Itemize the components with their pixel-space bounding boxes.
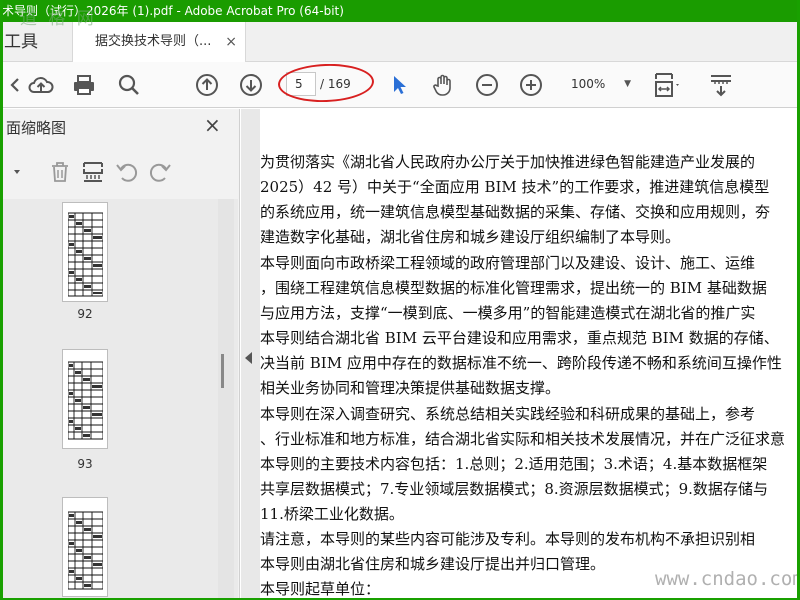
zoom-in-icon[interactable] <box>516 70 546 100</box>
page-fit-icon[interactable] <box>652 70 682 100</box>
page-thumbnails-panel: 面缩略图 × 92 93 <box>0 109 240 600</box>
cloud-upload-icon[interactable] <box>26 70 56 100</box>
document-text-line: 本导则面向市政桥梁工程领域的政府管理部门以及建设、设计、施工、运维 <box>260 254 756 272</box>
tab-document[interactable]: 据交换技术导则（... × <box>72 22 246 63</box>
thumbnail-page-label: 93 <box>77 457 93 471</box>
document-text-line: 2025）42 号）中关于“全面应用 BIM 技术”的工作要求，推进建筑信息模型 <box>260 178 770 196</box>
read-mode-icon[interactable] <box>706 70 736 100</box>
tab-document-label: 据交换技术导则（... <box>95 34 212 49</box>
insert-pages-icon[interactable] <box>80 159 106 185</box>
page-thumbnail[interactable] <box>62 349 108 449</box>
zoom-out-icon[interactable] <box>472 70 502 100</box>
thumbnail-table-graphic <box>68 506 103 592</box>
select-cursor-icon[interactable] <box>385 70 415 100</box>
main-toolbar: 5 / 169 100% ▼ <box>0 62 800 108</box>
zoom-value: 100% <box>571 77 606 91</box>
site-watermark-bottom: www.cndao.com <box>655 568 800 590</box>
panel-close-icon[interactable]: × <box>204 113 221 137</box>
scrollbar-thumb[interactable] <box>221 354 224 388</box>
document-text-line: 共享层数据模式；7.专业领域层数据模式；8.资源层数据模式；9.数据存储与 <box>260 480 768 498</box>
chevron-down-icon: ▼ <box>624 79 631 89</box>
document-text-line: 为贯彻落实《湖北省人民政府办公厅关于加快推进绿色智能建造产业发展的 <box>260 153 756 171</box>
print-icon[interactable] <box>69 70 99 100</box>
rotate-clockwise-icon[interactable] <box>147 159 173 185</box>
document-text-line: 相关业务协同和管理决策提供基础数据支撑。 <box>260 379 561 397</box>
document-text-line: 本导则结合湖北省 BIM 云平台建设和应用需求，重点规范 BIM 数据的存储、 <box>260 329 779 347</box>
tab-close-icon[interactable]: × <box>225 22 237 62</box>
panel-title: 面缩略图 <box>6 119 67 137</box>
document-text-line: ，围绕工程建筑信息模型数据的标准化管理需求，提出统一的 BIM 基础数据 <box>260 279 767 297</box>
document-text-line: 本导则在深入调查研究、系统总结相关实践经验和科研成果的基础上，参考 <box>260 405 756 423</box>
document-text-line: 与应用方法，支撑“一模到底、一模多用”的智能建造模式在湖北省的推广实 <box>260 304 756 322</box>
hand-tool-icon[interactable] <box>428 70 458 100</box>
document-text-line: 建造数字化基础，湖北省住房和城乡建设厅组织编制了本导则。 <box>260 228 681 246</box>
thumbnail-list: 92 93 <box>0 199 238 600</box>
window-title-bar: 术导则（试行）2026年 (1).pdf - Adobe Acrobat Pro… <box>0 0 800 22</box>
panel-toolbar <box>0 155 238 191</box>
site-watermark-top: 道 格 网 <box>20 9 97 29</box>
document-text-line: 11.桥梁工业化数据。 <box>260 505 404 523</box>
thumbnail-page-label: 92 <box>77 307 93 321</box>
document-text-line: 、行业标准和地方标准，结合湖北省实际和相关技术发展情况，并在广泛征求意 <box>260 430 786 448</box>
page-thumbnail[interactable] <box>62 202 108 302</box>
zoom-dropdown[interactable]: 100% ▼ <box>563 72 635 96</box>
page-thumbnail[interactable] <box>62 497 108 597</box>
document-text-line: 本导则的主要技术内容包括：1.总则；2.适用范围；3.术语；4.基本数据框架 <box>260 455 768 473</box>
collapse-panel-arrow-icon[interactable] <box>245 352 252 364</box>
trash-icon[interactable] <box>47 159 73 185</box>
document-text-line: 的系统应用，统一建筑信息模型基础数据的采集、存储、交换和应用规则，夯 <box>260 203 771 221</box>
window-frame-left <box>0 0 3 600</box>
thumbnail-table-graphic <box>68 211 103 297</box>
page-up-icon[interactable] <box>192 70 222 100</box>
rotate-counterclockwise-icon[interactable] <box>114 159 140 185</box>
options-dropdown-icon[interactable] <box>0 159 26 185</box>
tab-bar: 工具 据交换技术导则（... × <box>0 22 800 63</box>
thumbnail-scrollbar[interactable] <box>218 199 234 600</box>
search-icon[interactable] <box>114 70 144 100</box>
thumbnail-table-graphic <box>68 358 103 444</box>
page-down-icon[interactable] <box>236 70 266 100</box>
document-text-line: 决当前 BIM 应用中存在的数据标准不统一、跨阶段传递不畅和系统间互操作性 <box>260 354 782 372</box>
document-text-line: 请注意，本导则的某些内容可能涉及专利。本导则的发布机构不承担识别相 <box>260 530 756 548</box>
red-annotation-ellipse <box>277 62 375 104</box>
pdf-page: 为贯彻落实《湖北省人民政府办公厅关于加快推进绿色智能建造产业发展的 2025）4… <box>260 109 800 600</box>
